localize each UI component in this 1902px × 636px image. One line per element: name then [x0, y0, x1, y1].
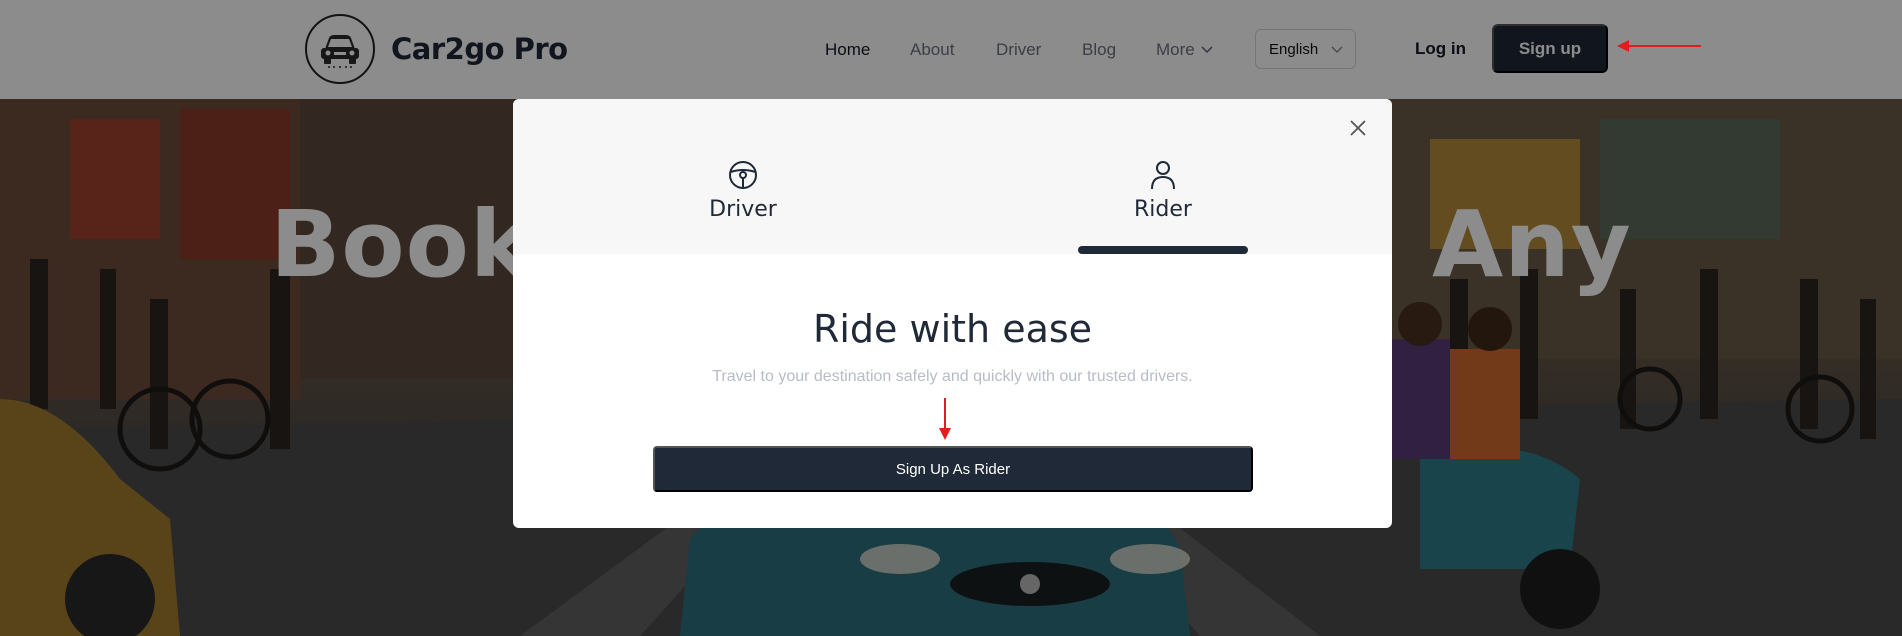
steering-wheel-icon	[729, 161, 757, 189]
modal-tabs: Driver Rider	[513, 99, 1392, 254]
modal-subtitle: Travel to your destination safely and qu…	[712, 368, 1193, 385]
tab-driver-label: Driver	[709, 197, 777, 222]
modal-heading: Ride with ease	[812, 307, 1093, 351]
tab-rider-label: Rider	[1134, 197, 1192, 222]
tab-rider[interactable]: Rider	[1063, 159, 1263, 222]
tab-driver[interactable]: Driver	[643, 159, 843, 222]
signup-modal: Driver Rider Ride with ease Travel to yo…	[513, 99, 1392, 528]
user-icon	[1151, 161, 1175, 190]
annotation-arrow-down-icon	[939, 398, 951, 440]
active-tab-indicator	[1078, 246, 1248, 254]
close-icon[interactable]	[1346, 116, 1370, 140]
sign-up-as-rider-button[interactable]: Sign Up As Rider	[653, 446, 1253, 492]
annotation-arrow-left-icon	[1617, 40, 1701, 52]
